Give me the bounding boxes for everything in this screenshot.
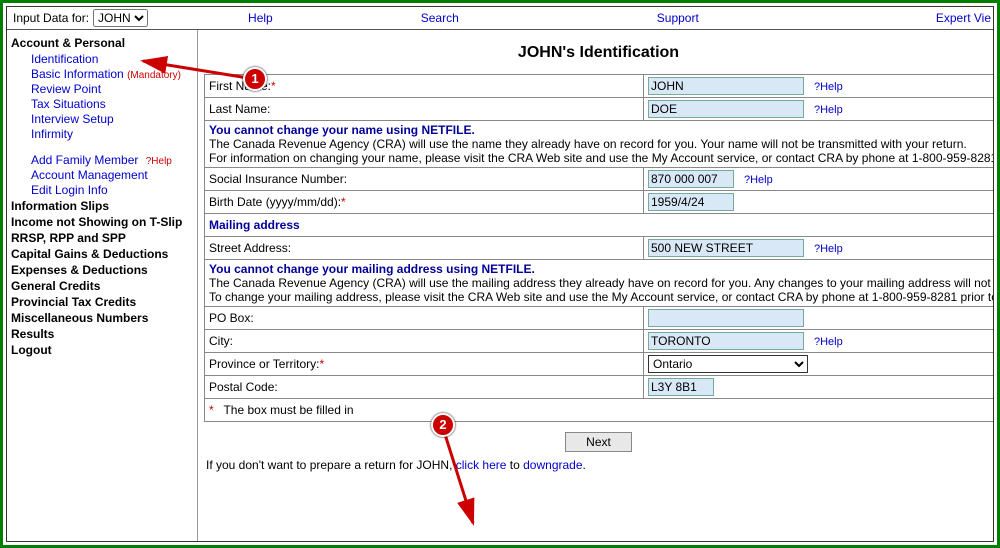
sidebar-cat-prov-credits[interactable]: Provincial Tax Credits: [11, 295, 191, 309]
sidebar-cat-info-slips[interactable]: Information Slips: [11, 199, 191, 213]
sin-input[interactable]: [648, 170, 734, 188]
input-data-label: Input Data for:: [7, 11, 93, 25]
city-input[interactable]: [648, 332, 804, 350]
user-select[interactable]: JOHN: [93, 9, 148, 27]
last-name-input[interactable]: [648, 100, 804, 118]
street-input[interactable]: [648, 239, 804, 257]
annotation-bubble-2: 2: [431, 413, 455, 437]
top-help-link[interactable]: Help: [248, 11, 273, 25]
prov-select[interactable]: Ontario: [648, 355, 808, 373]
sidebar-item-infirmity[interactable]: Infirmity: [31, 127, 191, 141]
sidebar-cat-rrsp[interactable]: RRSP, RPP and SPP: [11, 231, 191, 245]
first-name-input[interactable]: [648, 77, 804, 95]
last-name-label: Last Name:: [205, 98, 644, 121]
sidebar-heading: Account & Personal: [11, 36, 191, 50]
sidebar: Account & Personal Identification Basic …: [7, 30, 198, 541]
sidebar-item-add-family[interactable]: Add Family Member ?Help: [31, 153, 191, 167]
top-support-link[interactable]: Support: [657, 11, 699, 25]
mailing-heading: Mailing address: [205, 214, 994, 237]
po-input[interactable]: [648, 309, 804, 327]
mail-note-line1: The Canada Revenue Agency (CRA) will use…: [209, 276, 993, 290]
sidebar-cat-capital-gains[interactable]: Capital Gains & Deductions: [11, 247, 191, 261]
street-label: Street Address:: [205, 237, 644, 260]
sidebar-item-account-mgmt[interactable]: Account Management: [31, 168, 191, 182]
sidebar-item-identification[interactable]: Identification: [31, 52, 191, 66]
top-search-link[interactable]: Search: [421, 11, 459, 25]
postal-label: Postal Code:: [205, 376, 644, 399]
sidebar-cat-income-not-tslip[interactable]: Income not Showing on T-Slip: [11, 215, 191, 229]
annotation-bubble-1: 1: [243, 67, 267, 91]
sidebar-item-review-point[interactable]: Review Point: [31, 82, 191, 96]
identification-form: First Name:* ?Help Last Name: ?Help You …: [204, 74, 993, 422]
postal-input[interactable]: [648, 378, 714, 396]
page-title: JOHN's Identification: [204, 44, 993, 62]
sidebar-cat-logout[interactable]: Logout: [11, 343, 191, 357]
sidebar-cat-expenses[interactable]: Expenses & Deductions: [11, 263, 191, 277]
downgrade-line: If you don't want to prepare a return fo…: [206, 458, 993, 472]
city-label: City:: [205, 330, 644, 353]
top-expert-link[interactable]: Expert Vie: [936, 11, 991, 25]
sidebar-cat-general-credits[interactable]: General Credits: [11, 279, 191, 293]
dob-input[interactable]: [648, 193, 734, 211]
help-street[interactable]: ?Help: [814, 243, 843, 255]
sin-label: Social Insurance Number:: [205, 168, 644, 191]
sidebar-cat-results[interactable]: Results: [11, 327, 191, 341]
help-last-name[interactable]: ?Help: [814, 104, 843, 116]
required-note: The box must be filled in: [223, 403, 353, 417]
dob-label: Birth Date (yyyy/mm/dd):: [209, 195, 341, 209]
top-bar: Input Data for: JOHN Help Search Support…: [7, 7, 993, 30]
help-sin[interactable]: ?Help: [744, 174, 773, 186]
main-content: JOHN's Identification First Name:* ?Help…: [198, 30, 993, 541]
mail-note-line2: To change your mailing address, please v…: [209, 290, 993, 304]
po-label: PO Box:: [205, 307, 644, 330]
downgrade-link[interactable]: downgrade: [523, 458, 582, 472]
mail-note-heading: You cannot change your mailing address u…: [209, 262, 993, 276]
name-note-line1: The Canada Revenue Agency (CRA) will use…: [209, 137, 993, 151]
prov-label: Province or Territory:: [209, 357, 319, 371]
help-first-name[interactable]: ?Help: [814, 81, 843, 93]
sidebar-cat-misc-numbers[interactable]: Miscellaneous Numbers: [11, 311, 191, 325]
name-note-line2: For information on changing your name, p…: [209, 151, 993, 165]
downgrade-click-here[interactable]: click here: [456, 458, 507, 472]
sidebar-item-interview-setup[interactable]: Interview Setup: [31, 112, 191, 126]
sidebar-item-edit-login[interactable]: Edit Login Info: [31, 183, 191, 197]
next-button[interactable]: Next: [565, 432, 632, 452]
name-note-heading: You cannot change your name using NETFIL…: [209, 123, 993, 137]
help-city[interactable]: ?Help: [814, 336, 843, 348]
sidebar-item-basic-info[interactable]: Basic Information (Mandatory): [31, 67, 191, 81]
sidebar-item-tax-situations[interactable]: Tax Situations: [31, 97, 191, 111]
